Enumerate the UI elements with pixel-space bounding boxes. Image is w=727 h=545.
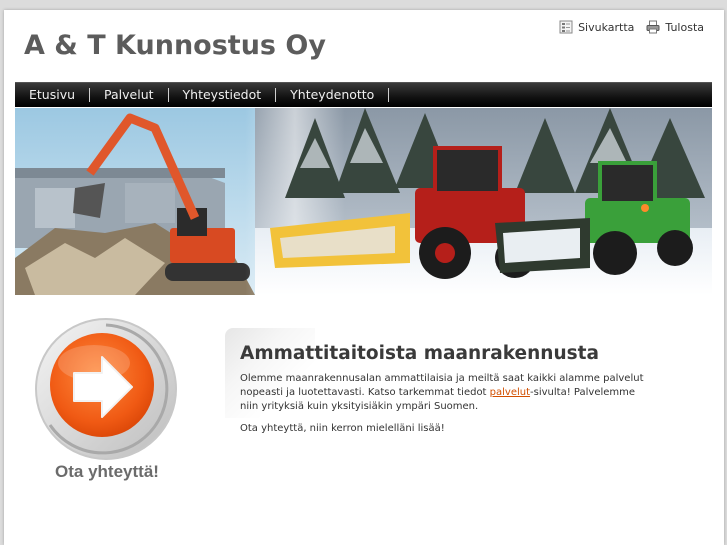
page-heading: Ammattitaitoista maanrakennusta bbox=[240, 343, 599, 364]
nav-item-palvelut[interactable]: Palvelut bbox=[90, 88, 169, 102]
sitemap-icon bbox=[559, 20, 573, 34]
print-label: Tulosta bbox=[665, 20, 704, 34]
sitemap-label: Sivukartta bbox=[578, 20, 635, 34]
banner-image bbox=[15, 108, 712, 295]
nav-item-yhteydenotto[interactable]: Yhteydenotto bbox=[276, 88, 390, 102]
intro-paragraph: Olemme maanrakennusalan ammattilaisia ja… bbox=[240, 372, 645, 414]
arrow-right-icon bbox=[35, 318, 177, 460]
top-links: Sivukartta Tulosta bbox=[559, 20, 704, 34]
contact-cta[interactable]: Ota yhteyttä! bbox=[32, 315, 182, 495]
sitemap-link[interactable]: Sivukartta bbox=[559, 20, 634, 34]
contact-paragraph: Ota yhteyttä, niin kerron mielelläni lis… bbox=[240, 423, 445, 434]
nav-item-etusivu[interactable]: Etusivu bbox=[15, 88, 91, 102]
page: A & T Kunnostus Oy Sivukartta Tulosta Et… bbox=[4, 10, 724, 545]
nav-item-yhteystiedot[interactable]: Yhteystiedot bbox=[169, 88, 277, 102]
print-link[interactable]: Tulosta bbox=[646, 20, 704, 34]
site-title[interactable]: A & T Kunnostus Oy bbox=[24, 30, 326, 61]
printer-icon bbox=[646, 20, 660, 34]
palvelut-link[interactable]: palvelut bbox=[490, 387, 530, 398]
main-content: Ammattitaitoista maanrakennusta Olemme m… bbox=[225, 328, 645, 436]
header-banner bbox=[15, 108, 712, 295]
cta-label: Ota yhteyttä! bbox=[55, 462, 159, 481]
main-nav: Etusivu Palvelut Yhteystiedot Yhteydenot… bbox=[15, 82, 712, 107]
